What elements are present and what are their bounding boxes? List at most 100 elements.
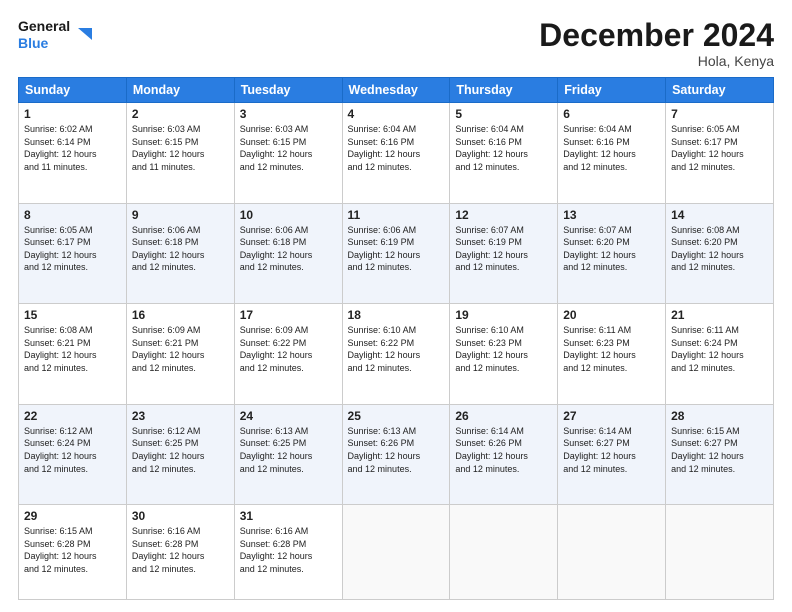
day-info: Sunrise: 6:02 AM Sunset: 6:14 PM Dayligh… <box>24 123 121 173</box>
day-info: Sunrise: 6:07 AM Sunset: 6:20 PM Dayligh… <box>563 224 660 274</box>
calendar-cell: 13 Sunrise: 6:07 AM Sunset: 6:20 PM Dayl… <box>558 203 666 304</box>
day-number: 14 <box>671 208 768 222</box>
calendar-cell <box>666 505 774 600</box>
header-sunday: Sunday <box>19 78 127 103</box>
calendar-cell: 6 Sunrise: 6:04 AM Sunset: 6:16 PM Dayli… <box>558 103 666 204</box>
calendar-cell <box>342 505 450 600</box>
page: General Blue December 2024 Hola, Kenya S… <box>0 0 792 612</box>
day-number: 17 <box>240 308 337 322</box>
calendar-cell <box>450 505 558 600</box>
day-number: 20 <box>563 308 660 322</box>
day-info: Sunrise: 6:08 AM Sunset: 6:21 PM Dayligh… <box>24 324 121 374</box>
calendar-cell: 27 Sunrise: 6:14 AM Sunset: 6:27 PM Dayl… <box>558 404 666 505</box>
calendar-table: SundayMondayTuesdayWednesdayThursdayFrid… <box>18 77 774 600</box>
day-info: Sunrise: 6:16 AM Sunset: 6:28 PM Dayligh… <box>132 525 229 575</box>
title-block: December 2024 Hola, Kenya <box>539 18 774 69</box>
day-info: Sunrise: 6:10 AM Sunset: 6:23 PM Dayligh… <box>455 324 552 374</box>
calendar-cell: 9 Sunrise: 6:06 AM Sunset: 6:18 PM Dayli… <box>126 203 234 304</box>
day-info: Sunrise: 6:10 AM Sunset: 6:22 PM Dayligh… <box>348 324 445 374</box>
day-number: 5 <box>455 107 552 121</box>
calendar-cell: 28 Sunrise: 6:15 AM Sunset: 6:27 PM Dayl… <box>666 404 774 505</box>
day-info: Sunrise: 6:06 AM Sunset: 6:18 PM Dayligh… <box>240 224 337 274</box>
header-tuesday: Tuesday <box>234 78 342 103</box>
day-info: Sunrise: 6:11 AM Sunset: 6:24 PM Dayligh… <box>671 324 768 374</box>
calendar-cell: 1 Sunrise: 6:02 AM Sunset: 6:14 PM Dayli… <box>19 103 127 204</box>
day-info: Sunrise: 6:14 AM Sunset: 6:27 PM Dayligh… <box>563 425 660 475</box>
calendar-cell: 2 Sunrise: 6:03 AM Sunset: 6:15 PM Dayli… <box>126 103 234 204</box>
calendar-cell: 10 Sunrise: 6:06 AM Sunset: 6:18 PM Dayl… <box>234 203 342 304</box>
calendar-cell: 7 Sunrise: 6:05 AM Sunset: 6:17 PM Dayli… <box>666 103 774 204</box>
day-number: 28 <box>671 409 768 423</box>
day-info: Sunrise: 6:07 AM Sunset: 6:19 PM Dayligh… <box>455 224 552 274</box>
day-info: Sunrise: 6:05 AM Sunset: 6:17 PM Dayligh… <box>671 123 768 173</box>
day-number: 18 <box>348 308 445 322</box>
day-info: Sunrise: 6:16 AM Sunset: 6:28 PM Dayligh… <box>240 525 337 575</box>
day-info: Sunrise: 6:11 AM Sunset: 6:23 PM Dayligh… <box>563 324 660 374</box>
logo: General Blue <box>18 18 92 52</box>
day-number: 19 <box>455 308 552 322</box>
location: Hola, Kenya <box>539 53 774 69</box>
day-number: 10 <box>240 208 337 222</box>
day-info: Sunrise: 6:03 AM Sunset: 6:15 PM Dayligh… <box>132 123 229 173</box>
day-number: 11 <box>348 208 445 222</box>
calendar-cell: 8 Sunrise: 6:05 AM Sunset: 6:17 PM Dayli… <box>19 203 127 304</box>
month-title: December 2024 <box>539 18 774 53</box>
day-info: Sunrise: 6:12 AM Sunset: 6:25 PM Dayligh… <box>132 425 229 475</box>
header: General Blue December 2024 Hola, Kenya <box>18 18 774 69</box>
day-info: Sunrise: 6:13 AM Sunset: 6:26 PM Dayligh… <box>348 425 445 475</box>
calendar-cell: 11 Sunrise: 6:06 AM Sunset: 6:19 PM Dayl… <box>342 203 450 304</box>
day-number: 2 <box>132 107 229 121</box>
day-info: Sunrise: 6:06 AM Sunset: 6:18 PM Dayligh… <box>132 224 229 274</box>
calendar-cell: 23 Sunrise: 6:12 AM Sunset: 6:25 PM Dayl… <box>126 404 234 505</box>
day-info: Sunrise: 6:15 AM Sunset: 6:27 PM Dayligh… <box>671 425 768 475</box>
calendar-cell: 16 Sunrise: 6:09 AM Sunset: 6:21 PM Dayl… <box>126 304 234 405</box>
day-number: 9 <box>132 208 229 222</box>
day-info: Sunrise: 6:09 AM Sunset: 6:22 PM Dayligh… <box>240 324 337 374</box>
header-saturday: Saturday <box>666 78 774 103</box>
day-number: 21 <box>671 308 768 322</box>
day-number: 29 <box>24 509 121 523</box>
day-info: Sunrise: 6:05 AM Sunset: 6:17 PM Dayligh… <box>24 224 121 274</box>
calendar-cell: 25 Sunrise: 6:13 AM Sunset: 6:26 PM Dayl… <box>342 404 450 505</box>
day-number: 25 <box>348 409 445 423</box>
day-number: 24 <box>240 409 337 423</box>
calendar-cell: 17 Sunrise: 6:09 AM Sunset: 6:22 PM Dayl… <box>234 304 342 405</box>
day-info: Sunrise: 6:13 AM Sunset: 6:25 PM Dayligh… <box>240 425 337 475</box>
calendar-cell <box>558 505 666 600</box>
calendar-cell: 29 Sunrise: 6:15 AM Sunset: 6:28 PM Dayl… <box>19 505 127 600</box>
day-info: Sunrise: 6:04 AM Sunset: 6:16 PM Dayligh… <box>348 123 445 173</box>
day-number: 6 <box>563 107 660 121</box>
day-number: 12 <box>455 208 552 222</box>
calendar-cell: 21 Sunrise: 6:11 AM Sunset: 6:24 PM Dayl… <box>666 304 774 405</box>
day-info: Sunrise: 6:06 AM Sunset: 6:19 PM Dayligh… <box>348 224 445 274</box>
calendar-cell: 20 Sunrise: 6:11 AM Sunset: 6:23 PM Dayl… <box>558 304 666 405</box>
day-number: 7 <box>671 107 768 121</box>
day-info: Sunrise: 6:15 AM Sunset: 6:28 PM Dayligh… <box>24 525 121 575</box>
day-number: 1 <box>24 107 121 121</box>
day-number: 16 <box>132 308 229 322</box>
day-number: 22 <box>24 409 121 423</box>
day-info: Sunrise: 6:08 AM Sunset: 6:20 PM Dayligh… <box>671 224 768 274</box>
day-info: Sunrise: 6:14 AM Sunset: 6:26 PM Dayligh… <box>455 425 552 475</box>
day-info: Sunrise: 6:12 AM Sunset: 6:24 PM Dayligh… <box>24 425 121 475</box>
calendar-cell: 24 Sunrise: 6:13 AM Sunset: 6:25 PM Dayl… <box>234 404 342 505</box>
calendar-cell: 12 Sunrise: 6:07 AM Sunset: 6:19 PM Dayl… <box>450 203 558 304</box>
logo-text: General Blue <box>18 18 70 52</box>
calendar-cell: 31 Sunrise: 6:16 AM Sunset: 6:28 PM Dayl… <box>234 505 342 600</box>
day-info: Sunrise: 6:03 AM Sunset: 6:15 PM Dayligh… <box>240 123 337 173</box>
header-thursday: Thursday <box>450 78 558 103</box>
day-number: 27 <box>563 409 660 423</box>
day-number: 15 <box>24 308 121 322</box>
calendar-cell: 15 Sunrise: 6:08 AM Sunset: 6:21 PM Dayl… <box>19 304 127 405</box>
day-number: 31 <box>240 509 337 523</box>
header-wednesday: Wednesday <box>342 78 450 103</box>
day-number: 26 <box>455 409 552 423</box>
calendar-cell: 14 Sunrise: 6:08 AM Sunset: 6:20 PM Dayl… <box>666 203 774 304</box>
day-info: Sunrise: 6:04 AM Sunset: 6:16 PM Dayligh… <box>563 123 660 173</box>
calendar-cell: 5 Sunrise: 6:04 AM Sunset: 6:16 PM Dayli… <box>450 103 558 204</box>
day-number: 3 <box>240 107 337 121</box>
header-row: SundayMondayTuesdayWednesdayThursdayFrid… <box>19 78 774 103</box>
day-number: 30 <box>132 509 229 523</box>
header-friday: Friday <box>558 78 666 103</box>
calendar-cell: 30 Sunrise: 6:16 AM Sunset: 6:28 PM Dayl… <box>126 505 234 600</box>
